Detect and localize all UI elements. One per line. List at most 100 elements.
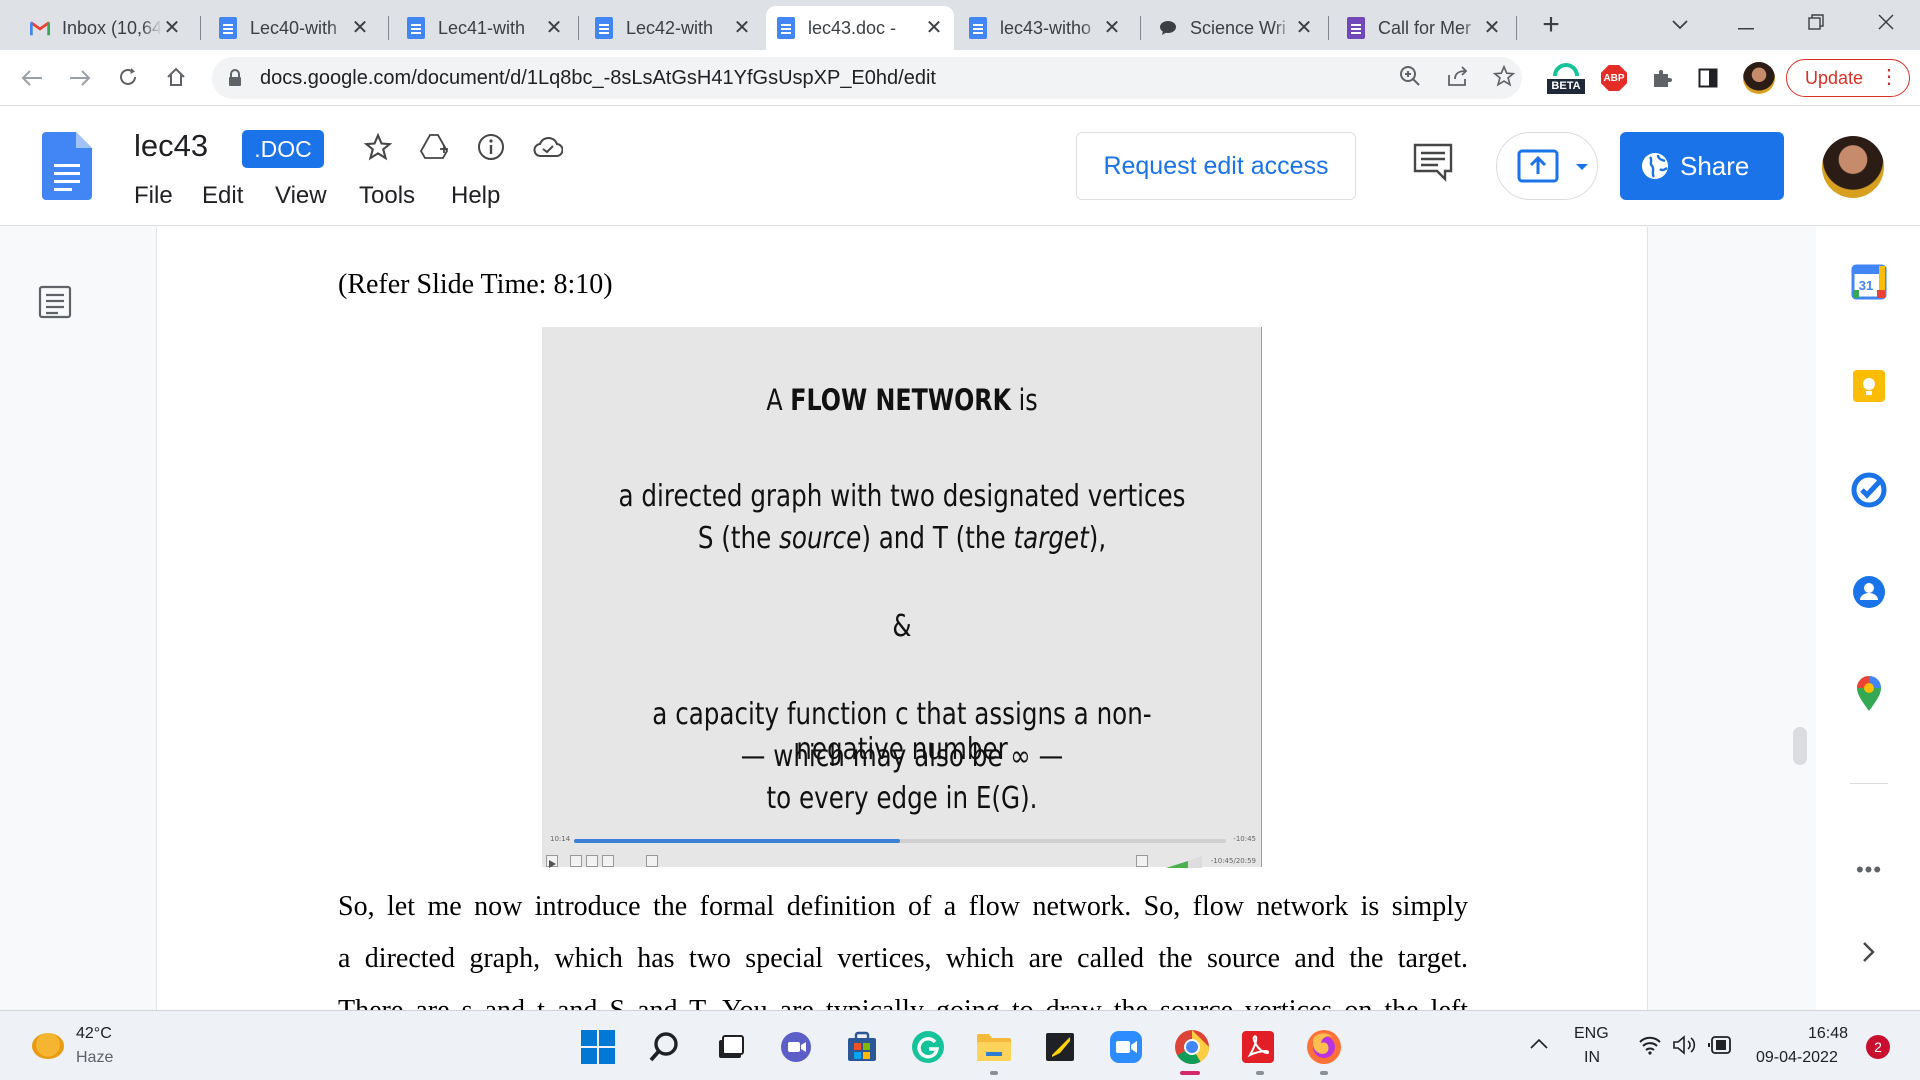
close-icon[interactable]: ✕: [924, 18, 944, 38]
sticky-notes-icon[interactable]: [1040, 1027, 1080, 1067]
minimize-icon[interactable]: [1726, 8, 1766, 38]
wifi-icon[interactable]: [1638, 1035, 1662, 1060]
chevron-down-icon[interactable]: [1575, 163, 1589, 171]
next-icon[interactable]: [602, 855, 614, 867]
chat-icon: [1158, 17, 1178, 39]
battery-charging-icon[interactable]: [1708, 1035, 1734, 1060]
menu-view[interactable]: View: [275, 182, 327, 210]
tab-search-chevron-icon[interactable]: [1660, 8, 1700, 38]
new-tab-button[interactable]: +: [1536, 10, 1566, 40]
close-icon[interactable]: ✕: [350, 18, 370, 38]
zoom-app-icon[interactable]: [1106, 1027, 1146, 1067]
close-window-icon[interactable]: [1866, 8, 1906, 38]
present-button[interactable]: [1496, 132, 1598, 200]
close-icon[interactable]: ✕: [732, 18, 752, 38]
google-docs-logo-icon[interactable]: [42, 132, 92, 200]
home-icon[interactable]: [160, 62, 192, 94]
star-icon[interactable]: [361, 130, 395, 164]
close-icon[interactable]: ✕: [544, 18, 564, 38]
clock-time[interactable]: 16:48: [1808, 1025, 1848, 1043]
language-region[interactable]: IN: [1584, 1049, 1600, 1067]
grammarly-beta-extension-icon[interactable]: BETA: [1546, 62, 1586, 94]
url-text[interactable]: docs.google.com/document/d/1Lq8bc_-8sLsA…: [260, 67, 936, 90]
menu-help[interactable]: Help: [451, 182, 500, 210]
weather-temperature[interactable]: 42°C: [76, 1025, 112, 1043]
scrollbar-thumb[interactable]: [1793, 727, 1807, 765]
chevron-up-icon[interactable]: [1530, 1033, 1548, 1054]
menu-tools[interactable]: Tools: [359, 182, 415, 210]
notification-badge[interactable]: 2: [1866, 1035, 1890, 1059]
teams-chat-icon[interactable]: [776, 1027, 816, 1067]
restore-icon[interactable]: [1796, 8, 1836, 38]
reload-icon[interactable]: [112, 62, 144, 94]
file-explorer-icon[interactable]: [974, 1027, 1014, 1067]
share-page-icon[interactable]: [1444, 65, 1472, 93]
chrome-icon[interactable]: [1172, 1027, 1212, 1067]
weather-description[interactable]: Haze: [76, 1049, 113, 1067]
tab-lec42[interactable]: Lec42-with ✕: [584, 6, 762, 50]
share-button[interactable]: Share: [1620, 132, 1784, 200]
tab-lec40[interactable]: Lec40-with ✕: [208, 6, 380, 50]
weather-haze-icon[interactable]: [32, 1033, 64, 1059]
tab-call-for-members[interactable]: Call for Mer ✕: [1336, 6, 1512, 50]
contacts-icon[interactable]: [1850, 573, 1888, 611]
tab-science-writing[interactable]: Science Wri ✕: [1148, 6, 1324, 50]
tasks-icon[interactable]: [1850, 471, 1888, 509]
task-view-icon[interactable]: [710, 1027, 750, 1067]
grammarly-icon[interactable]: [908, 1027, 948, 1067]
document-outline-icon[interactable]: [38, 285, 72, 319]
keep-icon[interactable]: [1850, 367, 1888, 405]
adblock-plus-extension-icon[interactable]: ABP: [1600, 62, 1628, 94]
request-edit-access-button[interactable]: Request edit access: [1076, 132, 1356, 200]
chevron-right-icon[interactable]: [1850, 939, 1888, 970]
tab-title: Lec41-with: [438, 17, 526, 38]
language-indicator[interactable]: ENG: [1574, 1025, 1609, 1043]
address-bar[interactable]: docs.google.com/document/d/1Lq8bc_-8sLsA…: [212, 57, 1522, 99]
comments-icon[interactable]: [1412, 142, 1454, 182]
document-title[interactable]: lec43: [134, 128, 208, 164]
move-to-drive-icon[interactable]: [418, 130, 452, 164]
close-icon[interactable]: ✕: [1294, 18, 1314, 38]
bookmark-star-icon[interactable]: [1490, 64, 1518, 93]
side-panel: 31 •••: [1816, 227, 1920, 1010]
fullscreen-icon[interactable]: [646, 855, 658, 867]
close-icon[interactable]: ✕: [162, 18, 182, 38]
back-arrow-icon[interactable]: [16, 62, 48, 94]
menu-edit[interactable]: Edit: [202, 182, 243, 210]
clock-date[interactable]: 09-04-2022: [1756, 1049, 1838, 1067]
previous-icon[interactable]: [570, 855, 582, 867]
volume-icon[interactable]: [1672, 1035, 1698, 1060]
calendar-icon[interactable]: 31: [1850, 263, 1888, 301]
windows-start-icon[interactable]: [578, 1027, 618, 1067]
lock-icon[interactable]: [228, 69, 242, 87]
acrobat-icon[interactable]: [1238, 1027, 1278, 1067]
play-icon[interactable]: [546, 855, 558, 868]
maps-icon[interactable]: [1850, 675, 1888, 713]
more-horizontal-icon[interactable]: •••: [1850, 857, 1888, 883]
progress-track[interactable]: [574, 839, 1226, 843]
account-avatar[interactable]: [1822, 136, 1884, 198]
stop-icon[interactable]: [586, 855, 598, 867]
volume-slider[interactable]: [1166, 855, 1202, 868]
forward-arrow-icon[interactable]: [64, 62, 96, 94]
extensions-puzzle-icon[interactable]: [1648, 62, 1676, 94]
close-icon[interactable]: ✕: [1482, 18, 1502, 38]
profile-avatar[interactable]: [1742, 62, 1776, 94]
tab-lec43-without[interactable]: lec43-witho ✕: [958, 6, 1132, 50]
tab-lec41[interactable]: Lec41-with ✕: [396, 6, 574, 50]
document-page[interactable]: (Refer Slide Time: 8:10) A FLOW NETWORK …: [157, 227, 1647, 1010]
update-button[interactable]: Update ⋮: [1786, 59, 1910, 97]
close-icon[interactable]: ✕: [1102, 18, 1122, 38]
menu-file[interactable]: File: [134, 182, 173, 210]
more-vertical-icon[interactable]: ⋮: [1879, 64, 1899, 89]
cloud-saved-icon[interactable]: [531, 130, 565, 164]
tab-lec43-active[interactable]: lec43.doc - ✕: [766, 6, 954, 50]
tab-gmail[interactable]: Inbox (10,64 ✕: [20, 6, 192, 50]
side-panel-icon[interactable]: [1694, 62, 1722, 94]
zoom-icon[interactable]: [1396, 65, 1424, 93]
search-icon[interactable]: [644, 1027, 684, 1067]
playlist-icon[interactable]: [1136, 855, 1148, 867]
firefox-icon[interactable]: [1304, 1027, 1344, 1067]
info-icon[interactable]: [474, 130, 508, 164]
microsoft-store-icon[interactable]: [842, 1027, 882, 1067]
